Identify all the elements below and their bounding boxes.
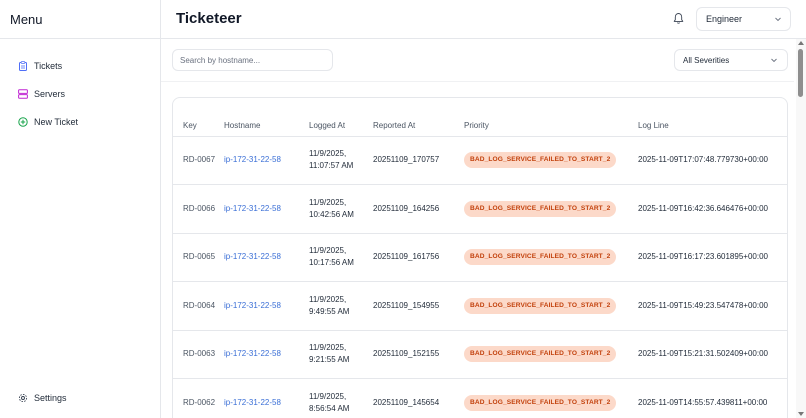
ticket-key: RD-0066: [173, 184, 224, 234]
severity-select[interactable]: All Severities: [674, 49, 788, 71]
sidebar-item-servers[interactable]: Servers: [0, 80, 160, 108]
sidebar-item-label: New Ticket: [34, 117, 79, 127]
sidebar: Menu Tickets Servers New Ticket Settings: [0, 0, 161, 418]
severity-select-value: All Severities: [683, 55, 730, 65]
column-header-log-line[interactable]: Log Line: [638, 98, 787, 137]
chevron-down-icon: [770, 56, 778, 64]
column-header-priority[interactable]: Priority: [464, 98, 638, 137]
ticket-key: RD-0067: [173, 136, 224, 185]
divider: [161, 81, 794, 82]
table-row[interactable]: RD-0066 ip-172-31-22-58 11/9/2025, 10:42…: [173, 184, 787, 234]
reported-at: 20251109_170757: [373, 136, 464, 185]
reported-at: 20251109_152155: [373, 330, 464, 379]
priority-badge: BAD_LOG_SERVICE_FAILED_TO_START_2: [464, 249, 617, 266]
log-line: 2025-11-09T16:42:36.646476+00:00: [638, 184, 787, 234]
priority-cell: BAD_LOG_SERVICE_FAILED_TO_START_2: [464, 378, 638, 418]
search-input[interactable]: [172, 49, 333, 71]
column-header-logged-at[interactable]: Logged At: [309, 98, 373, 137]
tickets-table-card: Key Hostname Logged At Reported At Prior…: [172, 97, 788, 418]
priority-cell: BAD_LOG_SERVICE_FAILED_TO_START_2: [464, 233, 638, 282]
priority-badge: BAD_LOG_SERVICE_FAILED_TO_START_2: [464, 152, 617, 169]
column-header-key[interactable]: Key: [173, 98, 224, 137]
sidebar-item-label: Settings: [34, 393, 67, 403]
gear-icon: [18, 393, 28, 403]
reported-at: 20251109_154955: [373, 281, 464, 331]
tickets-table: Key Hostname Logged At Reported At Prior…: [173, 98, 787, 418]
role-select[interactable]: Engineer: [696, 7, 791, 31]
priority-badge: BAD_LOG_SERVICE_FAILED_TO_START_2: [464, 346, 617, 363]
sidebar-item-label: Servers: [34, 89, 66, 99]
scroll-down-arrow-icon[interactable]: [798, 412, 804, 416]
hostname-link[interactable]: ip-172-31-22-58: [224, 136, 309, 185]
logged-at: 11/9/2025, 10:42:56 AM: [309, 184, 373, 234]
log-line: 2025-11-09T15:49:23.547478+00:00: [638, 281, 787, 331]
log-line: 2025-11-09T16:17:23.601895+00:00: [638, 233, 787, 282]
priority-cell: BAD_LOG_SERVICE_FAILED_TO_START_2: [464, 281, 638, 331]
page-scrollbar[interactable]: [796, 39, 806, 418]
sidebar-item-tickets[interactable]: Tickets: [0, 52, 160, 80]
log-line: 2025-11-09T15:21:31.502409+00:00: [638, 330, 787, 379]
hostname-link[interactable]: ip-172-31-22-58: [224, 378, 309, 418]
bell-icon[interactable]: [672, 12, 685, 25]
table-row[interactable]: RD-0062 ip-172-31-22-58 11/9/2025, 8:56:…: [173, 378, 787, 418]
ticket-key: RD-0062: [173, 378, 224, 418]
reported-at: 20251109_164256: [373, 184, 464, 234]
ticket-key: RD-0063: [173, 330, 224, 379]
sidebar-nav: Tickets Servers New Ticket: [0, 39, 160, 136]
reported-at: 20251109_145654: [373, 378, 464, 418]
clipboard-icon: [18, 61, 28, 71]
logged-at: 11/9/2025, 9:21:55 AM: [309, 330, 373, 379]
priority-badge: BAD_LOG_SERVICE_FAILED_TO_START_2: [464, 394, 617, 411]
server-icon: [18, 89, 28, 99]
sidebar-title: Menu: [10, 11, 43, 27]
column-header-reported-at[interactable]: Reported At: [373, 98, 464, 137]
log-line: 2025-11-09T14:55:57.439811+00:00: [638, 378, 787, 418]
scrollbar-thumb[interactable]: [798, 49, 803, 97]
sidebar-header: Menu: [0, 0, 160, 39]
hostname-link[interactable]: ip-172-31-22-58: [224, 281, 309, 331]
chevron-down-icon: [774, 15, 782, 23]
logged-at: 11/9/2025, 8:56:54 AM: [309, 378, 373, 418]
sidebar-item-new-ticket[interactable]: New Ticket: [0, 108, 160, 136]
ticket-key: RD-0064: [173, 281, 224, 331]
table-row[interactable]: RD-0064 ip-172-31-22-58 11/9/2025, 9:49:…: [173, 281, 787, 331]
priority-badge: BAD_LOG_SERVICE_FAILED_TO_START_2: [464, 200, 617, 217]
table-header-row: Key Hostname Logged At Reported At Prior…: [173, 98, 787, 137]
scroll-up-arrow-icon[interactable]: [798, 41, 804, 45]
ticket-key: RD-0065: [173, 233, 224, 282]
logged-at: 11/9/2025, 10:17:56 AM: [309, 233, 373, 282]
priority-badge: BAD_LOG_SERVICE_FAILED_TO_START_2: [464, 297, 617, 314]
hostname-link[interactable]: ip-172-31-22-58: [224, 184, 309, 234]
reported-at: 20251109_161756: [373, 233, 464, 282]
page-title: Ticketeer: [176, 10, 242, 27]
sidebar-item-settings[interactable]: Settings: [0, 384, 160, 412]
role-select-value: Engineer: [706, 14, 743, 24]
priority-cell: BAD_LOG_SERVICE_FAILED_TO_START_2: [464, 136, 638, 185]
priority-cell: BAD_LOG_SERVICE_FAILED_TO_START_2: [464, 184, 638, 234]
logged-at: 11/9/2025, 9:49:55 AM: [309, 281, 373, 331]
log-line: 2025-11-09T17:07:48.779730+00:00: [638, 136, 787, 185]
table-row[interactable]: RD-0063 ip-172-31-22-58 11/9/2025, 9:21:…: [173, 330, 787, 379]
table-row[interactable]: RD-0067 ip-172-31-22-58 11/9/2025, 11:07…: [173, 136, 787, 185]
column-header-hostname[interactable]: Hostname: [224, 98, 309, 137]
table-row[interactable]: RD-0065 ip-172-31-22-58 11/9/2025, 10:17…: [173, 233, 787, 282]
hostname-link[interactable]: ip-172-31-22-58: [224, 330, 309, 379]
logged-at: 11/9/2025, 11:07:57 AM: [309, 136, 373, 185]
plus-circle-icon: [18, 117, 28, 127]
hostname-link[interactable]: ip-172-31-22-58: [224, 233, 309, 282]
top-header: Ticketeer Engineer: [161, 0, 806, 39]
sidebar-item-label: Tickets: [34, 61, 63, 71]
priority-cell: BAD_LOG_SERVICE_FAILED_TO_START_2: [464, 330, 638, 379]
